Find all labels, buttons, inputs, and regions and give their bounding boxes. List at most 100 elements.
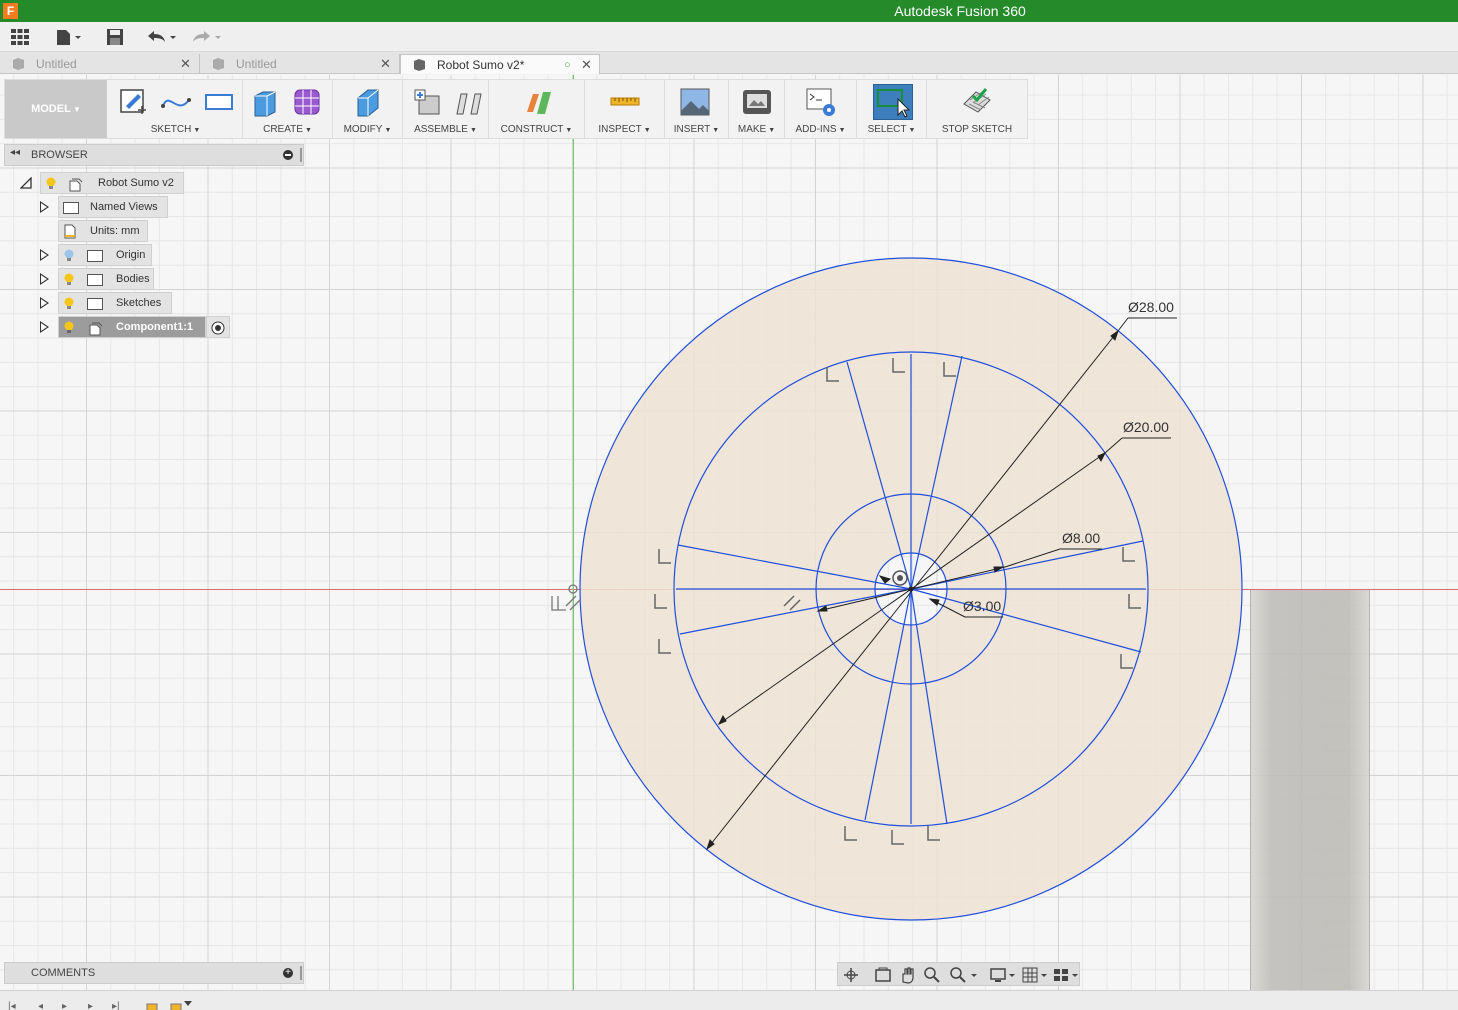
file-menu-icon[interactable] [55, 28, 83, 46]
tree-row-component[interactable]: Component1:1 [0, 316, 240, 338]
rectangle-icon[interactable] [203, 86, 235, 118]
zoom-icon[interactable] [923, 966, 941, 984]
data-panel-grid-icon[interactable] [10, 28, 30, 46]
browser-panel-header[interactable]: ◂◂ BROWSER [4, 144, 304, 166]
visibility-bulb-icon[interactable] [64, 297, 74, 310]
visibility-bulb-icon[interactable] [64, 321, 74, 334]
select-active-highlight[interactable] [873, 84, 913, 120]
save-icon[interactable] [106, 28, 124, 46]
panel-grip-icon[interactable] [300, 148, 302, 162]
dimension-d8[interactable]: Ø8.00 [1062, 530, 1100, 546]
dimension-d3[interactable]: Ø3.00 [963, 598, 1001, 614]
measure-icon[interactable] [609, 86, 641, 118]
spline-icon[interactable] [161, 86, 193, 118]
sketch-canvas[interactable]: Ø28.00 Ø20.00 Ø8.00 Ø3.00 [0, 75, 1458, 990]
expand-triangle-icon[interactable] [40, 273, 49, 285]
insert-image-icon[interactable] [679, 86, 711, 118]
sketch-menu[interactable]: SKETCH ▼ [109, 80, 243, 138]
tree-root-node[interactable]: Robot Sumo v2 [40, 172, 184, 194]
timeline-start-icon[interactable]: |◂ [8, 1001, 16, 1010]
close-tab-icon[interactable]: ✕ [581, 55, 592, 75]
collapse-panel-icon[interactable]: ◂◂ [10, 147, 20, 158]
activate-component-button[interactable] [206, 316, 230, 338]
tree-root-label: Robot Sumo v2 [98, 177, 174, 189]
workspace-switcher[interactable]: MODEL ▼ [5, 80, 107, 138]
tree-row-units[interactable]: Units: mm [0, 220, 200, 242]
construct-menu[interactable]: CONSTRUCT ▼ [489, 80, 585, 138]
viewports-icon[interactable] [1052, 966, 1082, 984]
close-tab-icon[interactable]: ✕ [180, 54, 191, 74]
collapse-triangle-icon[interactable] [20, 177, 32, 189]
orbit-icon[interactable] [842, 966, 860, 984]
timeline-play-icon[interactable]: ▸ [62, 1001, 67, 1010]
create-menu[interactable]: CREATE ▼ [243, 80, 333, 138]
scripts-addins-icon[interactable] [805, 86, 837, 118]
create-sketch-icon[interactable] [117, 86, 149, 118]
navigation-bar [837, 962, 1080, 986]
pan-hand-icon[interactable] [898, 966, 916, 984]
expand-triangle-icon[interactable] [40, 249, 49, 261]
tree-root-row[interactable]: Robot Sumo v2 [0, 172, 200, 194]
tree-node-named-views[interactable]: Named Views [58, 196, 168, 218]
select-menu[interactable]: SELECT ▼ [857, 80, 927, 138]
tree-node-origin[interactable]: Origin [58, 244, 152, 266]
tree-row-origin[interactable]: Origin [0, 244, 200, 266]
origin-triad-icon[interactable] [551, 584, 581, 611]
visibility-bulb-icon[interactable] [64, 249, 74, 262]
expand-triangle-icon[interactable] [40, 201, 49, 213]
close-tab-icon[interactable]: ✕ [380, 54, 391, 74]
display-settings-icon[interactable] [989, 966, 1019, 984]
grid-settings-icon[interactable] [1021, 966, 1051, 984]
new-component-icon[interactable] [411, 86, 443, 118]
tree-node-bodies[interactable]: Bodies [58, 268, 154, 290]
timeline-previous-icon[interactable]: ◂ [38, 1001, 43, 1010]
stop-sketch-button[interactable]: STOP SKETCH [927, 80, 1027, 138]
3d-print-icon[interactable] [741, 86, 773, 118]
assemble-menu[interactable]: ASSEMBLE ▼ [403, 80, 489, 138]
insert-menu[interactable]: INSERT ▼ [665, 80, 729, 138]
comments-panel-header[interactable]: COMMENTS + [4, 962, 304, 984]
tree-row-named-views[interactable]: Named Views [0, 196, 200, 218]
stop-sketch-icon[interactable] [961, 86, 993, 118]
dimension-d20[interactable]: Ø20.00 [1123, 419, 1169, 435]
tree-row-bodies[interactable]: Bodies [0, 268, 200, 290]
center-point[interactable] [897, 575, 903, 581]
dimension-d28[interactable]: Ø28.00 [1128, 299, 1174, 315]
offset-plane-icon[interactable] [523, 86, 555, 118]
modify-menu[interactable]: MODIFY ▼ [333, 80, 403, 138]
add-ins-menu[interactable]: ADD-INS ▼ [785, 80, 857, 138]
press-pull-icon[interactable] [352, 86, 384, 118]
canvas-viewport[interactable]: Ø28.00 Ø20.00 Ø8.00 Ø3.00 [0, 75, 1458, 990]
timeline-end-icon[interactable]: ▸| [112, 1001, 120, 1010]
visibility-bulb-icon[interactable] [64, 273, 74, 286]
panel-grip-icon[interactable] [300, 966, 302, 980]
undo-icon[interactable] [145, 28, 179, 46]
expand-triangle-icon[interactable] [40, 321, 49, 333]
minimize-panel-icon[interactable] [283, 150, 293, 160]
tree-row-sketches[interactable]: Sketches [0, 292, 200, 314]
document-tab-robot-sumo[interactable]: Robot Sumo v2* ○ ✕ [400, 54, 600, 74]
timeline-sketch-feature-icon[interactable] [146, 1001, 158, 1010]
document-tab-untitled-2[interactable]: Untitled ✕ [200, 54, 400, 74]
modify-label: MODIFY [343, 124, 383, 135]
make-menu[interactable]: MAKE ▼ [729, 80, 785, 138]
joint-icon[interactable] [453, 86, 485, 118]
timeline-marker-icon[interactable] [170, 1001, 200, 1010]
tree-label-named-views: Named Views [90, 201, 158, 213]
timeline-next-icon[interactable]: ▸ [88, 1001, 93, 1010]
tree-node-units[interactable]: Units: mm [58, 220, 148, 242]
form-icon[interactable] [291, 86, 323, 118]
add-comment-icon[interactable]: + [283, 968, 293, 978]
document-tab-untitled-1[interactable]: Untitled ✕ [0, 54, 200, 74]
look-at-icon[interactable] [874, 966, 892, 984]
expand-triangle-icon[interactable] [40, 297, 49, 309]
extrude-icon[interactable] [249, 86, 281, 118]
tree-node-sketches[interactable]: Sketches [58, 292, 172, 314]
tree-node-component[interactable]: Component1:1 [58, 316, 206, 338]
sketch-origin-point[interactable] [908, 586, 914, 592]
fit-zoom-icon[interactable] [949, 966, 979, 984]
activate-radio-icon[interactable] [211, 321, 225, 335]
redo-icon[interactable] [190, 28, 224, 46]
visibility-bulb-icon[interactable] [46, 177, 56, 190]
inspect-menu[interactable]: INSPECT ▼ [585, 80, 665, 138]
